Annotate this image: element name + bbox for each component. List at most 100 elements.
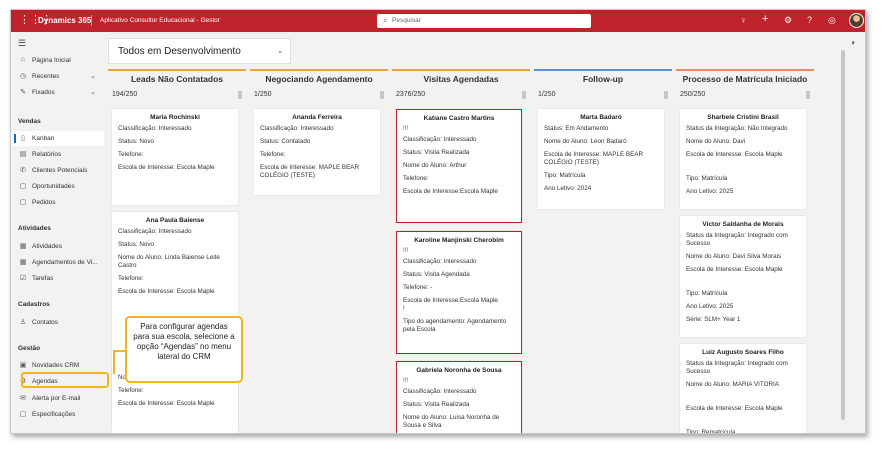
kanban-card[interactable]: Gabriela Noronha de Sousa!!! Classificaçã… — [396, 361, 522, 433]
sidebar-item-recent[interactable]: ◷ Recentes ⌄ — [11, 69, 104, 84]
chevron-down-icon[interactable]: ⌄ — [90, 72, 96, 80]
sidebar-item-activities[interactable]: ▦ Atividades — [11, 239, 104, 254]
calendar-icon: ▦ — [19, 259, 27, 266]
priority-flag: !!! — [403, 378, 409, 384]
plus-icon[interactable]: + — [762, 14, 768, 25]
card-field: Classificação: Interessado — [118, 125, 192, 132]
hamburger-icon[interactable]: ☰ — [18, 38, 26, 49]
sidebar-item-specifications[interactable]: ▢ Especificações — [11, 407, 104, 422]
card-field: Escola de Interesse: Escola Maple — [686, 405, 783, 412]
column-scrollbar[interactable] — [664, 91, 668, 99]
view-selector[interactable]: Todos em Desenvolvimento ⌄ — [108, 38, 291, 64]
kanban-card[interactable]: Luiz Augusto Soares Filho Status da Integ… — [680, 344, 806, 433]
column-scrollbar[interactable] — [238, 91, 242, 99]
sidebar-item-label: Relatórios — [32, 151, 62, 158]
copilot-icon[interactable]: ◎ — [828, 15, 836, 25]
column-title: Processo de Matrícula Iniciado — [682, 74, 808, 84]
vertical-scrollbar[interactable] — [841, 50, 845, 420]
sidebar-item-label: Especificações — [32, 411, 76, 418]
sidebar-item-email-alert[interactable]: ✉ Alerta por E-mail — [11, 391, 104, 406]
task-icon: ☑ — [19, 275, 27, 282]
card-name[interactable]: Maria Rochinski — [118, 114, 232, 121]
card-field — [686, 394, 800, 400]
mail-icon: ✉ — [20, 395, 26, 402]
card-field: Escola de Interesse: Escola Maple — [118, 164, 215, 171]
sidebar-item-home[interactable]: ⌂ Página Inicial — [11, 53, 104, 68]
gear-icon[interactable]: ⚙ — [784, 15, 792, 25]
card-field: Ano Letivo: 2025 — [686, 303, 734, 310]
card-field: Tipo: Matrícula — [686, 175, 728, 182]
sidebar-item-leads[interactable]: ✆ Clientes Potenciais — [11, 163, 104, 178]
sidebar-item-label: Fixados — [32, 89, 55, 96]
card-field: Ano Letivo: 2025 — [686, 188, 734, 195]
card-name[interactable]: Karoline Manjinski Cherobim — [403, 237, 515, 244]
card-name[interactable]: Luiz Augusto Soares Filho — [686, 349, 800, 356]
kanban-card[interactable]: Marta Badaró Status: Em Andamento Nome do … — [538, 109, 664, 209]
lightbulb-icon[interactable]: ♀ — [740, 15, 747, 25]
priority-flag: !!! — [403, 126, 409, 132]
settings-panel-icon[interactable]: ◑ — [850, 38, 855, 47]
sidebar-item-contacts[interactable]: ♙ Contatos — [11, 315, 104, 330]
person-icon: ♙ — [19, 319, 27, 326]
card-field: Status: Visita Realizada — [403, 149, 470, 156]
kanban-card[interactable]: Ananda Ferreira Classificação: Interessad… — [254, 109, 380, 195]
sidebar-item-pinned[interactable]: ✎ Fixados ⌄ — [11, 85, 104, 100]
card-name[interactable]: Ana Paula Baiense — [118, 217, 232, 224]
card-name[interactable]: Ananda Ferreira — [260, 114, 374, 121]
column-title: Negociando Agendamento — [265, 74, 373, 84]
card-field: Nome do Aluno: Luisa Noronha de Sousa e … — [403, 414, 500, 429]
kanban-column: Follow-up 1/250 Marta Badaró Status: Em And… — [534, 69, 672, 433]
sidebar-item-tasks[interactable]: ☑ Tarefas — [11, 271, 104, 286]
column-count: 250/250 — [680, 91, 706, 98]
card-field: Status: Novo — [118, 138, 155, 145]
avatar[interactable] — [849, 13, 864, 28]
help-icon[interactable]: ? — [807, 15, 812, 25]
card-field: Telefone: — [403, 175, 429, 182]
card-field: Nome do Aluno: Arthur — [403, 162, 467, 169]
card-name[interactable]: Katiane Castro Martins — [403, 115, 515, 122]
card-name[interactable]: Marta Badaró — [544, 114, 658, 121]
chevron-down-icon: ⌄ — [277, 48, 283, 55]
card-name[interactable]: Sharbele Cristini Brasil — [686, 114, 800, 121]
card-name[interactable]: Gabriela Noronha de Sousa — [403, 367, 515, 374]
kanban-card[interactable]: Victor Saldanha de Morais Status da Integ… — [680, 216, 806, 337]
agendas-highlight — [21, 372, 109, 388]
search-input[interactable]: ⌕ Pesquisar — [377, 14, 591, 28]
sidebar-item-orders[interactable]: ▢ Pedidos — [11, 195, 104, 210]
sidebar-item-label: Tarefas — [32, 275, 54, 282]
chevron-down-icon[interactable]: ⌄ — [90, 88, 96, 96]
sidebar-item-visit-schedules[interactable]: ▦ Agendamentos de Vi... — [11, 255, 104, 270]
search-icon: ⌕ — [383, 16, 388, 25]
news-icon: ▣ — [19, 362, 27, 369]
sidebar-item-reports[interactable]: ▤ Relatórios — [11, 147, 104, 162]
card-name[interactable]: Victor Saldanha de Morais — [686, 221, 800, 228]
column-scrollbar[interactable] — [522, 91, 526, 99]
column-scrollbar[interactable] — [380, 91, 384, 99]
sidebar-item-opportunities[interactable]: ▢ Oportunidades — [11, 179, 104, 194]
document-icon: ▢ — [19, 199, 27, 206]
sidebar-item-label: Kanban — [32, 135, 55, 142]
card-field — [686, 279, 800, 285]
sidebar-item-kanban[interactable]: ▯ Kanban — [11, 131, 104, 146]
card-field: Escola de Interesse: Escola Maple — [118, 400, 215, 407]
kanban-card[interactable]: Sharbele Cristini Brasil Status da Integr… — [680, 109, 806, 209]
divider — [91, 15, 92, 26]
card-field: Escola de Interesse:Escola Maple — [403, 188, 498, 195]
section-title-vendas: Vendas — [18, 118, 41, 125]
card-field: Nome do Aluno: MARIA VITORIA — [686, 381, 779, 388]
document-icon: ▢ — [19, 183, 27, 190]
column-scrollbar[interactable] — [806, 91, 810, 99]
app-name[interactable]: Aplicativo Consultor Educacional - Gesto… — [100, 17, 220, 24]
kanban-column: Processo de Matrícula Iniciado 250/250 Sha… — [676, 69, 814, 433]
kanban-column: Visitas Agendadas 2376/250 Katiane Castro … — [392, 69, 530, 433]
sidebar-item-label: Atividades — [32, 243, 62, 250]
column-accent-bar — [108, 69, 246, 71]
view-selector-label: Todos em Desenvolvimento — [118, 46, 241, 57]
kanban-card[interactable]: Karoline Manjinski Cherobim!!! Classifica… — [396, 231, 522, 354]
top-bar: ⋮⋮⋮ Dynamics 365 Aplicativo Consultor Ed… — [11, 10, 865, 32]
brand-name[interactable]: Dynamics 365 — [38, 16, 91, 25]
sidebar-item-crm-news[interactable]: ▣ Novidades CRM — [11, 358, 104, 373]
kanban-card[interactable]: Maria Rochinski Classificação: Interessad… — [112, 109, 238, 205]
kanban-card[interactable]: Katiane Castro Martins!!! Classificação: … — [396, 109, 522, 223]
card-field: Classificação: Interessado — [403, 136, 477, 143]
